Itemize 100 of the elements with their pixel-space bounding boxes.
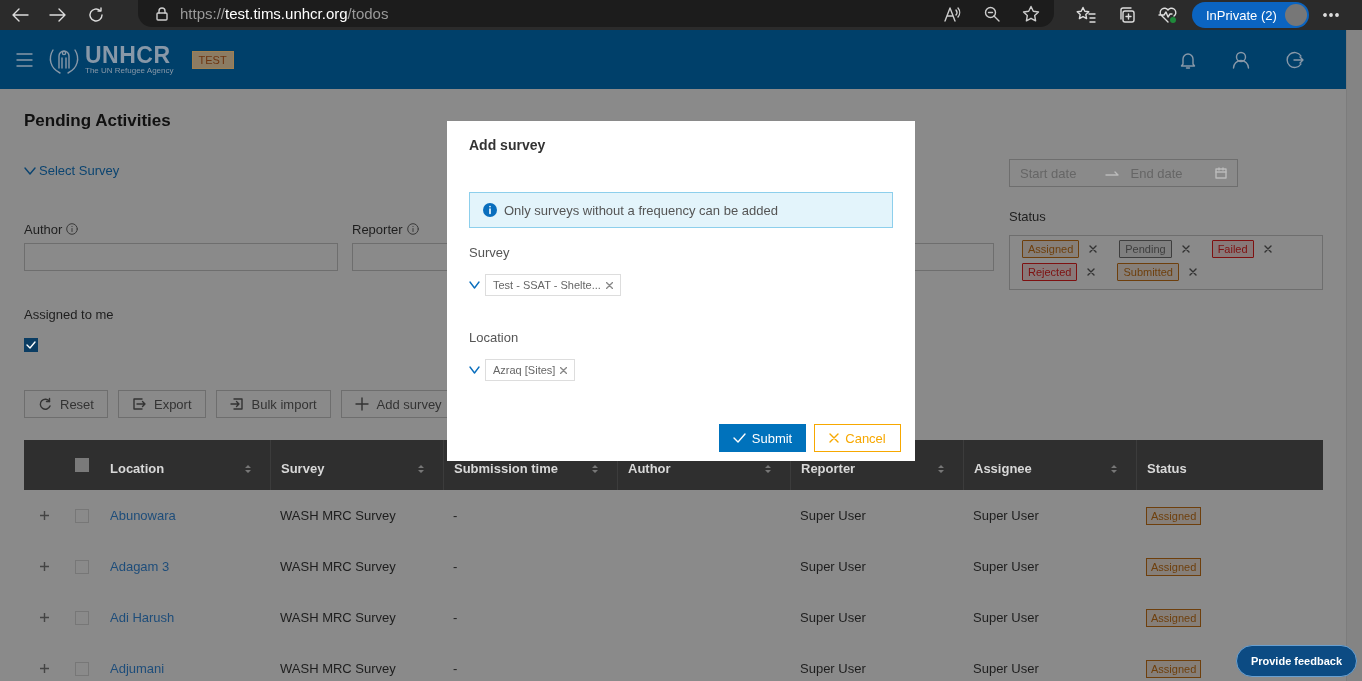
chevron-down-icon — [469, 281, 480, 289]
logo-tagline: The UN Refugee Agency — [85, 67, 174, 75]
status-tag: Failed — [1211, 240, 1254, 258]
notice-text: Only surveys without a frequency can be added — [504, 202, 778, 218]
expand-button[interactable] — [39, 562, 49, 571]
sort-icon[interactable] — [244, 462, 252, 475]
column-header[interactable]: Author — [628, 461, 671, 476]
submit-button[interactable]: Submit — [719, 424, 806, 452]
column-header[interactable]: Submission time — [454, 461, 559, 476]
logout-button[interactable] — [1286, 50, 1304, 69]
column-header[interactable]: Reporter — [801, 461, 856, 476]
forward-arrow-icon — [49, 7, 67, 23]
reload-icon — [88, 7, 104, 23]
check-icon — [732, 433, 746, 443]
info-icon — [406, 223, 419, 235]
status-badge: Assigned — [1146, 659, 1202, 678]
remove-tag-button[interactable] — [1181, 245, 1190, 253]
table-cell-text: - — [452, 661, 459, 676]
menu-button[interactable] — [16, 52, 33, 67]
survey-toggle[interactable]: Select Survey — [24, 163, 120, 178]
profile-button[interactable] — [1232, 50, 1250, 69]
status-tag: Submitted — [1117, 263, 1179, 281]
action-button[interactable]: Reset — [24, 390, 108, 418]
location-link[interactable]: Abunowara — [110, 508, 176, 523]
table-cell-text: Super User — [972, 610, 1040, 625]
location-link[interactable]: Adjumani — [110, 661, 165, 676]
more-button[interactable] — [1322, 13, 1339, 17]
remove-tag-button[interactable] — [1188, 268, 1197, 276]
dropdown-button[interactable] — [469, 366, 480, 374]
remove-tag-button[interactable] — [1087, 268, 1096, 276]
lock-icon — [156, 6, 168, 21]
address-bar[interactable]: https://test.tims.unhcr.org/todos — [138, 0, 1054, 27]
action-button[interactable]: Export — [117, 390, 206, 418]
expand-button[interactable] — [39, 664, 49, 673]
sort-icon[interactable] — [417, 462, 425, 475]
feedback-button[interactable]: Provide feedback — [1235, 645, 1357, 677]
selected-chip: Test - SSAT - Shelte... — [485, 274, 621, 296]
table-cell-text: Super User — [972, 508, 1040, 523]
close-icon — [829, 433, 840, 443]
notifications-button[interactable] — [1180, 50, 1196, 69]
user-icon — [1232, 50, 1250, 69]
assigned-checkbox[interactable] — [24, 338, 38, 352]
calendar-icon — [1215, 167, 1227, 179]
url-text: https://test.tims.unhcr.org/todos — [180, 5, 389, 22]
plus-icon — [39, 562, 49, 571]
zoom-out-icon — [984, 5, 1000, 22]
plus-icon — [39, 664, 49, 673]
logout-icon — [1286, 50, 1304, 69]
read-aloud-icon — [944, 5, 962, 22]
select-all-checkbox[interactable] — [75, 458, 89, 472]
status-select[interactable]: Assigned Pending Failed Rejected Submitted — [1009, 235, 1323, 290]
star-icon — [1022, 4, 1040, 23]
table-cell-text: Super User — [972, 559, 1040, 574]
sort-icon[interactable] — [1110, 462, 1118, 475]
remove-tag-button[interactable] — [1263, 245, 1272, 253]
location-link[interactable]: Adi Harush — [110, 610, 175, 625]
table-cell-text: - — [452, 610, 459, 625]
status-badge: Assigned — [1146, 608, 1202, 627]
expand-button[interactable] — [39, 511, 49, 520]
inprivate-button[interactable]: InPrivate (2) — [1192, 2, 1309, 28]
reset-icon — [38, 397, 52, 411]
field-label: Survey — [469, 245, 511, 260]
filter-input[interactable] — [24, 243, 338, 271]
sort-icon[interactable] — [591, 462, 599, 475]
back-arrow-icon — [11, 7, 29, 23]
status-badge: Assigned — [1146, 506, 1202, 525]
status-badge: Assigned — [1146, 557, 1202, 576]
location-link[interactable]: Adagam 3 — [110, 559, 170, 574]
sort-icon[interactable] — [937, 462, 945, 475]
check-icon — [26, 341, 36, 349]
field-label: Location — [469, 330, 520, 345]
more-icon — [1322, 13, 1339, 17]
action-button[interactable]: Bulk import — [215, 390, 331, 418]
dialog-title: Add survey — [469, 137, 547, 153]
status-label: Status — [1009, 209, 1047, 224]
status-tag: Rejected — [1022, 263, 1078, 281]
cancel-button[interactable]: Cancel — [814, 424, 901, 452]
info-icon — [66, 223, 79, 235]
dropdown-button[interactable] — [469, 281, 480, 289]
avatar-icon — [1284, 4, 1307, 26]
remove-tag-button[interactable] — [1089, 245, 1098, 253]
table-cell-text: WASH MRC Survey — [279, 559, 397, 574]
checkbox-label: Assigned to me — [24, 307, 115, 322]
column-header[interactable]: Survey — [281, 461, 325, 476]
expand-button[interactable] — [39, 613, 49, 622]
table-cell-text: Super User — [799, 508, 867, 523]
page-title: Pending Activities — [24, 110, 172, 132]
scrollbar[interactable] — [1346, 30, 1362, 681]
export-icon — [131, 397, 146, 411]
table-cell-text: WASH MRC Survey — [279, 508, 397, 523]
column-header[interactable]: Location — [110, 461, 165, 476]
column-header[interactable]: Assignee — [974, 461, 1032, 476]
chevron-down-icon — [24, 166, 36, 175]
plus-icon — [39, 613, 49, 622]
column-header[interactable]: Status — [1147, 461, 1187, 476]
table-cell-text: WASH MRC Survey — [279, 610, 397, 625]
favorites-icon — [1076, 6, 1096, 24]
table-cell-text: - — [452, 559, 459, 574]
logo-text: UNHCR — [85, 44, 172, 67]
sort-icon[interactable] — [764, 462, 772, 475]
